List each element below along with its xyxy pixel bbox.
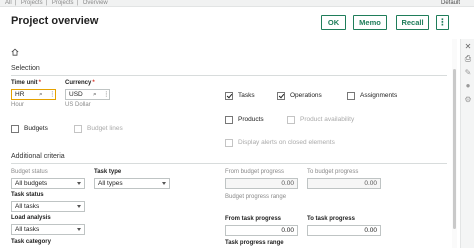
currency-label: Currency* (65, 80, 95, 86)
time-unit-label: Time unit* (11, 80, 41, 86)
operations-label: Operations (290, 92, 322, 99)
scrollbar-thumb[interactable] (453, 69, 456, 229)
selection-section-title: Selection (11, 65, 40, 72)
criteria-divider (11, 163, 447, 164)
right-action-rail: ✕ ⎙ ✎ ● ⚙ (460, 39, 474, 248)
criteria-section-title: Additional criteria (11, 153, 65, 160)
assignments-label: Assignments (360, 92, 398, 99)
breadcrumb-item-overview[interactable]: Overview (83, 0, 108, 6)
print-icon[interactable]: ⎙ (464, 54, 472, 63)
operations-checkbox[interactable] (277, 92, 285, 100)
chevron-down-icon (77, 182, 81, 185)
time-unit-field[interactable]: HR ⌕ ⋮ (11, 89, 56, 100)
page-title: Project overview (11, 15, 99, 27)
task-status-select[interactable]: All tasks (11, 201, 85, 212)
time-unit-hint: Hour (11, 102, 25, 108)
main-content: Selection Time unit* HR ⌕ ⋮ Hour Currenc… (0, 39, 452, 248)
load-analysis-select[interactable]: All tasks (11, 224, 85, 235)
vertical-scrollbar[interactable] (452, 39, 457, 248)
more-options-icon[interactable]: ⋮ (49, 91, 56, 99)
selection-divider (11, 75, 447, 76)
to-task-progress-field[interactable]: 0.00 (307, 225, 381, 236)
search-icon[interactable]: ⌕ (39, 91, 43, 99)
chevron-down-icon (77, 205, 81, 208)
task-type-label: Task type (94, 169, 122, 175)
product-availability-label: Product availability (300, 116, 355, 123)
display-alerts-checkbox[interactable] (225, 139, 233, 147)
currency-field[interactable]: USD ⌕ ⋮ (65, 89, 110, 100)
to-budget-progress-label: To budget progress (307, 169, 359, 175)
task-category-label: Task category (11, 239, 51, 245)
breadcrumb: All | Projects | Projects | Overview (5, 0, 108, 6)
budget-status-select[interactable]: All budgets (11, 178, 85, 189)
chevron-down-icon (77, 228, 81, 231)
budget-progress-range-label: Budget progress range (225, 194, 287, 200)
budget-lines-label: Budget lines (87, 125, 123, 132)
budgets-checkbox[interactable] (11, 125, 19, 133)
close-icon[interactable]: ✕ (464, 42, 472, 51)
to-budget-progress-field[interactable]: 0.00 (307, 178, 381, 189)
breadcrumb-item-all[interactable]: All (5, 0, 12, 6)
breadcrumb-item-projects-2[interactable]: Projects (52, 0, 74, 6)
page-header: Project overview OK Memo Recall ⋮ (0, 7, 474, 39)
to-task-progress-label: To task progress (307, 216, 355, 222)
load-analysis-value: All tasks (15, 226, 40, 233)
task-progress-range-label: Task progress range (225, 240, 284, 246)
recall-button[interactable]: Recall (396, 15, 429, 30)
time-unit-value: HR (15, 91, 25, 98)
display-alerts-label: Display alerts on closed elements (238, 139, 335, 146)
edit-icon[interactable]: ✎ (464, 68, 472, 77)
top-bar: All | Projects | Projects | Overview Defaul… (0, 0, 474, 7)
from-task-progress-label: From task progress (225, 216, 282, 222)
assignments-checkbox[interactable] (347, 92, 355, 100)
products-label: Products (238, 116, 264, 123)
task-status-value: All tasks (15, 203, 40, 210)
budgets-label: Budgets (24, 125, 48, 132)
breadcrumb-item-projects[interactable]: Projects (21, 0, 43, 6)
task-status-label: Task status (11, 192, 44, 198)
budget-status-label: Budget status (11, 169, 48, 175)
task-type-value: All types (98, 180, 123, 187)
currency-value: USD (69, 91, 83, 98)
chevron-down-icon (162, 182, 166, 185)
currency-hint: US Dollar (65, 102, 91, 108)
tasks-label: Tasks (238, 92, 255, 99)
budget-status-value: All budgets (15, 180, 48, 187)
search-icon[interactable]: ⌕ (93, 91, 97, 99)
task-type-select[interactable]: All types (94, 178, 170, 189)
tasks-checkbox[interactable] (225, 92, 233, 100)
comment-icon[interactable]: ● (464, 81, 472, 90)
memo-button[interactable]: Memo (353, 15, 387, 30)
more-options-icon[interactable]: ⋮ (103, 91, 110, 99)
products-checkbox[interactable] (225, 116, 233, 124)
more-actions-button[interactable]: ⋮ (436, 15, 449, 30)
from-budget-progress-field[interactable]: 0.00 (225, 178, 298, 189)
default-folder-link[interactable]: Default (441, 0, 460, 6)
budget-lines-checkbox[interactable] (74, 125, 82, 133)
settings-icon[interactable]: ⚙ (464, 95, 472, 104)
home-icon[interactable] (11, 48, 19, 56)
load-analysis-label: Load analysis (11, 215, 51, 221)
product-availability-checkbox[interactable] (287, 116, 295, 124)
from-task-progress-field[interactable]: 0.00 (225, 225, 298, 236)
ok-button[interactable]: OK (321, 15, 346, 30)
from-budget-progress-label: From budget progress (225, 169, 285, 175)
